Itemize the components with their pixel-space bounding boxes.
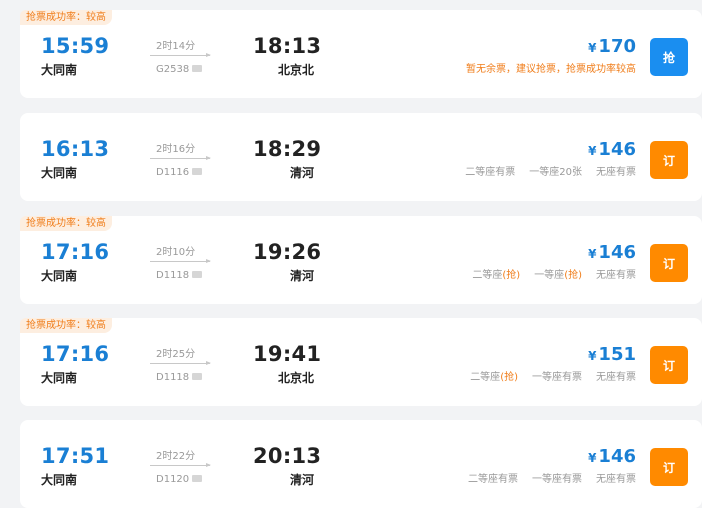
seat-class-status: 二等座有票 xyxy=(468,474,518,485)
arrival-time: 18:29 xyxy=(253,137,322,161)
seat-class-status: 一等座有票 xyxy=(532,474,582,485)
success-rate-tag: 抢票成功率：较高 xyxy=(20,216,112,231)
grab-ticket-marker: (抢) xyxy=(500,372,518,383)
route-arrow-icon xyxy=(150,156,211,160)
arrival-time: 20:13 xyxy=(253,444,322,468)
ticket-price: ¥170 xyxy=(588,36,636,57)
train-card[interactable]: 抢票成功率：较高 17:16 大同南 2时25分 D1118 19:41 北京北… xyxy=(20,318,702,406)
departure-station: 大同南 xyxy=(41,269,78,283)
trip-duration: 2时22分 xyxy=(156,451,196,462)
seat-class-status: 二等座(抢) xyxy=(470,372,518,383)
ticket-price: ¥146 xyxy=(588,242,636,263)
book-button[interactable]: 订 xyxy=(650,448,688,486)
seat-class-status: 二等座(抢) xyxy=(472,270,521,281)
grab-ticket-marker: (抢) xyxy=(564,270,582,281)
departure-station: 大同南 xyxy=(41,63,78,77)
grab-ticket-marker: (抢) xyxy=(502,270,521,281)
arrival-station: 北京北 xyxy=(277,63,314,77)
train-number: G2538 xyxy=(156,64,203,76)
ticket-price: ¥146 xyxy=(588,139,636,160)
train-info-icon xyxy=(192,373,203,380)
currency-symbol: ¥ xyxy=(588,144,597,158)
book-button[interactable]: 订 xyxy=(650,346,688,384)
currency-symbol: ¥ xyxy=(588,41,597,55)
departure-time: 17:16 xyxy=(41,240,110,264)
train-number: D1118 xyxy=(156,270,203,282)
departure-time: 17:16 xyxy=(41,342,110,366)
train-card[interactable]: 抢票成功率：较高 15:59 大同南 2时14分 G2538 18:13 北京北… xyxy=(20,10,702,98)
train-number: D1116 xyxy=(156,167,203,179)
currency-symbol: ¥ xyxy=(588,247,597,261)
train-number: D1120 xyxy=(156,474,203,486)
train-info-icon xyxy=(192,168,203,175)
train-number: D1118 xyxy=(156,372,203,384)
seat-availability: 二等座(抢) 一等座有票 无座有票 xyxy=(456,371,636,385)
seat-class-status: 无座有票 xyxy=(596,167,636,178)
seat-availability: 二等座(抢) 一等座(抢) 无座有票 xyxy=(458,269,636,283)
seat-class-status: 无座有票 xyxy=(596,474,636,485)
arrival-time: 18:13 xyxy=(253,34,322,58)
seat-class-status: 暂无余票，建议抢票，抢票成功率较高 xyxy=(466,64,636,75)
success-rate-tag: 抢票成功率：较高 xyxy=(20,318,112,333)
seat-class-status: 一等座20张 xyxy=(529,167,582,178)
train-info-icon xyxy=(192,475,203,482)
currency-symbol: ¥ xyxy=(588,349,597,363)
train-info-icon xyxy=(192,271,203,278)
seat-class-status: 无座有票 xyxy=(596,372,636,383)
arrival-station: 北京北 xyxy=(277,371,314,385)
currency-symbol: ¥ xyxy=(588,451,597,465)
train-card[interactable]: 抢票成功率：较高 17:16 大同南 2时10分 D1118 19:26 清河 … xyxy=(20,216,702,304)
trip-duration: 2时10分 xyxy=(156,247,196,258)
arrival-time: 19:41 xyxy=(253,342,322,366)
departure-time: 16:13 xyxy=(41,137,110,161)
seat-availability: 二等座有票 一等座有票 无座有票 xyxy=(454,473,636,487)
route-arrow-icon xyxy=(150,463,211,467)
train-card[interactable]: 16:13 大同南 2时16分 D1116 18:29 清河 ¥146 二等座有… xyxy=(20,113,702,201)
seat-class-status: 一等座有票 xyxy=(532,372,582,383)
route-arrow-icon xyxy=(150,259,211,263)
route-arrow-icon xyxy=(150,361,211,365)
departure-time: 17:51 xyxy=(41,444,110,468)
trip-duration: 2时25分 xyxy=(156,349,196,360)
seat-class-status: 二等座有票 xyxy=(465,167,516,178)
seat-availability: 二等座有票 一等座20张 无座有票 xyxy=(451,166,636,180)
arrival-station: 清河 xyxy=(289,473,314,487)
train-info-icon xyxy=(192,65,203,72)
seat-availability: 暂无余票，建议抢票，抢票成功率较高 xyxy=(452,63,636,77)
trip-duration: 2时16分 xyxy=(156,144,196,155)
train-card[interactable]: 17:51 大同南 2时22分 D1120 20:13 清河 ¥146 二等座有… xyxy=(20,420,702,508)
book-button[interactable]: 订 xyxy=(650,244,688,282)
departure-time: 15:59 xyxy=(41,34,110,58)
departure-station: 大同南 xyxy=(41,166,78,180)
departure-station: 大同南 xyxy=(41,473,78,487)
success-rate-tag: 抢票成功率：较高 xyxy=(20,10,112,25)
book-button[interactable]: 订 xyxy=(650,141,688,179)
seat-class-status: 无座有票 xyxy=(596,270,636,281)
route-arrow-icon xyxy=(150,53,211,57)
trip-duration: 2时14分 xyxy=(156,41,196,52)
ticket-price: ¥146 xyxy=(588,446,636,467)
seat-class-status: 一等座(抢) xyxy=(534,270,582,281)
arrival-station: 清河 xyxy=(289,269,314,283)
ticket-price: ¥151 xyxy=(588,344,636,365)
arrival-time: 19:26 xyxy=(253,240,322,264)
book-button[interactable]: 抢 xyxy=(650,38,688,76)
arrival-station: 清河 xyxy=(289,166,314,180)
departure-station: 大同南 xyxy=(41,371,78,385)
